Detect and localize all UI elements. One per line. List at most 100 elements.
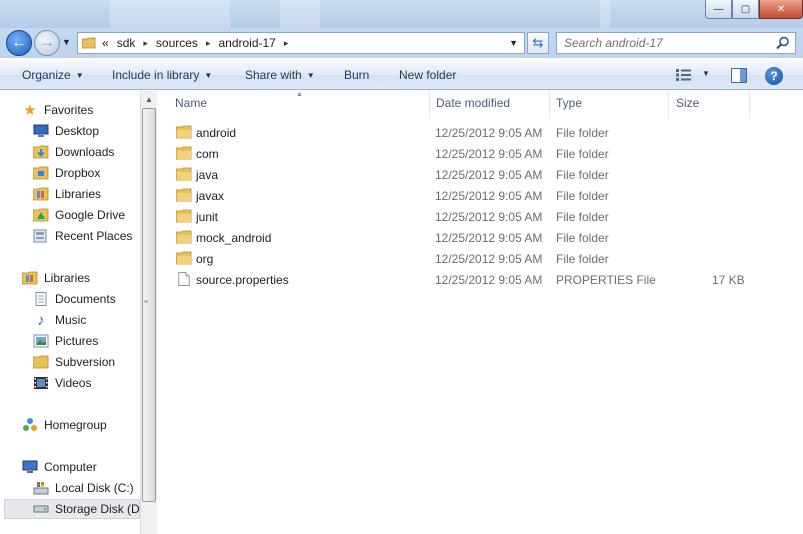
sidebar-item-libraries[interactable]: Libraries [22,268,90,288]
folder-icon [176,188,192,202]
sidebar-item-label: Recent Places [55,229,133,243]
breadcrumb-separator-icon[interactable]: ▸ [206,38,211,49]
forward-button[interactable]: → [34,30,60,56]
column-header-date-modified[interactable]: Date modified [436,96,510,110]
breadcrumb-sources[interactable]: sources ▸ [156,36,219,50]
command-bar: Organize ▼ Include in library ▼ Share with… [0,60,803,90]
breadcrumb-sdk[interactable]: sdk ▸ [117,36,156,50]
breadcrumb-android-17[interactable]: android-17 ▸ [218,36,296,50]
sidebar-item-downloads[interactable]: Downloads [33,142,114,162]
file-type: File folder [556,231,609,245]
sidebar-item-google-drive[interactable]: Google Drive [33,205,125,225]
sidebar-item-computer[interactable]: Computer [22,457,97,477]
breadcrumb-label: sdk [116,36,136,50]
column-header-type[interactable]: Type [556,96,582,110]
search-icon[interactable] [776,36,790,50]
star-icon: ★ [23,102,37,119]
file-row[interactable]: source.properties 12/25/2012 9:05 AM PRO… [168,269,758,290]
computer-icon [22,459,38,475]
column-divider[interactable] [429,91,430,118]
view-options-chevron-icon[interactable]: ▼ [702,69,710,78]
column-header-size[interactable]: Size [676,96,699,110]
share-with-button[interactable]: Share with ▼ [245,68,315,82]
file-row[interactable]: java 12/25/2012 9:05 AM File folder [168,164,758,185]
navigation-pane: ★ Favorites Desktop Downloads Dropbox Li… [0,91,140,534]
sidebar-item-pictures[interactable]: Pictures [33,331,98,351]
window-controls: — ▢ ✕ [705,0,803,19]
refresh-icon: ⇆ [532,35,544,50]
burn-button[interactable]: Burn [344,68,369,82]
file-row[interactable]: org 12/25/2012 9:05 AM File folder [168,248,758,269]
organize-label: Organize [22,68,71,82]
breadcrumb-overflow[interactable]: « [102,36,109,50]
sidebar-item-label: Google Drive [55,208,126,222]
scrollbar-grip-icon: ≡ [144,299,149,306]
sidebar-item-label: Computer [44,460,97,474]
maximize-button[interactable]: ▢ [732,0,759,19]
address-bar[interactable]: « sdk ▸ sources ▸ android-17 ▸ ▼ [77,32,525,54]
preview-pane-icon[interactable] [731,68,747,83]
folder-icon [176,251,192,265]
title-bar: — ▢ ✕ [0,0,803,28]
sidebar-item-recent-places[interactable]: Recent Places [33,226,132,246]
chevron-down-icon: ▼ [204,71,213,80]
documents-icon [33,291,49,307]
scroll-up-arrow-icon[interactable]: ▲ [145,95,153,104]
file-size: 17 KB [712,273,745,287]
share-with-label: Share with [245,68,302,82]
sidebar-item-storage-disk-d[interactable]: Storage Disk (D:) [4,499,140,519]
new-folder-button[interactable]: New folder [399,68,456,82]
file-row[interactable]: android 12/25/2012 9:05 AM File folder [168,122,758,143]
sidebar-item-libraries-shortcut[interactable]: Libraries [33,184,101,204]
file-name: com [196,147,219,161]
sidebar-item-subversion[interactable]: Subversion [33,352,115,372]
column-divider[interactable] [668,91,669,118]
include-in-library-button[interactable]: Include in library ▼ [112,68,212,82]
sidebar-item-homegroup[interactable]: Homegroup [22,415,107,435]
file-type: PROPERTIES File [556,273,656,287]
recent-pages-dropdown[interactable]: ▼ [62,37,71,47]
sidebar-item-label: Homegroup [44,418,107,432]
sidebar-item-favorites[interactable]: ★ Favorites [22,100,93,120]
sort-ascending-icon: ▲ [296,91,303,98]
sidebar-item-label: Storage Disk (D:) [55,502,140,516]
homegroup-icon [22,417,38,433]
file-row[interactable]: junit 12/25/2012 9:05 AM File folder [168,206,758,227]
organize-button[interactable]: Organize ▼ [22,68,84,82]
sidebar-item-desktop[interactable]: Desktop [33,121,99,141]
breadcrumb-separator-icon[interactable]: ▸ [143,38,148,49]
column-header-name[interactable]: Name [175,96,207,110]
breadcrumb-label: sources [155,36,198,50]
file-type: File folder [556,189,609,203]
google-drive-icon [33,207,49,223]
change-view-icon[interactable] [676,69,692,81]
help-icon[interactable]: ? [765,67,783,85]
title-bar-glass [110,0,230,28]
file-date-modified: 12/25/2012 9:05 AM [435,252,543,266]
file-type: File folder [556,252,609,266]
close-button[interactable]: ✕ [759,0,803,19]
breadcrumb-separator-icon[interactable]: ▸ [284,38,289,49]
sidebar-item-label: Downloads [55,145,115,159]
sidebar-item-videos[interactable]: Videos [33,373,91,393]
minimize-button[interactable]: — [705,0,732,19]
sidebar-item-documents[interactable]: Documents [33,289,116,309]
file-type: File folder [556,126,609,140]
search-input[interactable] [564,36,764,50]
column-divider[interactable] [749,91,750,118]
file-row[interactable]: com 12/25/2012 9:05 AM File folder [168,143,758,164]
refresh-button[interactable]: ⇆ [527,32,549,54]
column-divider[interactable] [549,91,550,118]
sidebar-item-dropbox[interactable]: Dropbox [33,163,100,183]
back-button[interactable]: ← [6,30,32,56]
sidebar-item-local-disk-c[interactable]: Local Disk (C:) [33,478,134,498]
search-box[interactable] [556,32,796,54]
file-row[interactable]: mock_android 12/25/2012 9:05 AM File fol… [168,227,758,248]
downloads-folder-icon [33,144,49,160]
title-bar-glass [600,0,610,28]
folder-icon [176,146,192,160]
navigation-scrollbar[interactable]: ▲ ≡ [140,91,157,534]
sidebar-item-music[interactable]: ♪ Music [33,310,86,330]
address-history-chevron-icon[interactable]: ▼ [509,38,518,48]
file-row[interactable]: javax 12/25/2012 9:05 AM File folder [168,185,758,206]
